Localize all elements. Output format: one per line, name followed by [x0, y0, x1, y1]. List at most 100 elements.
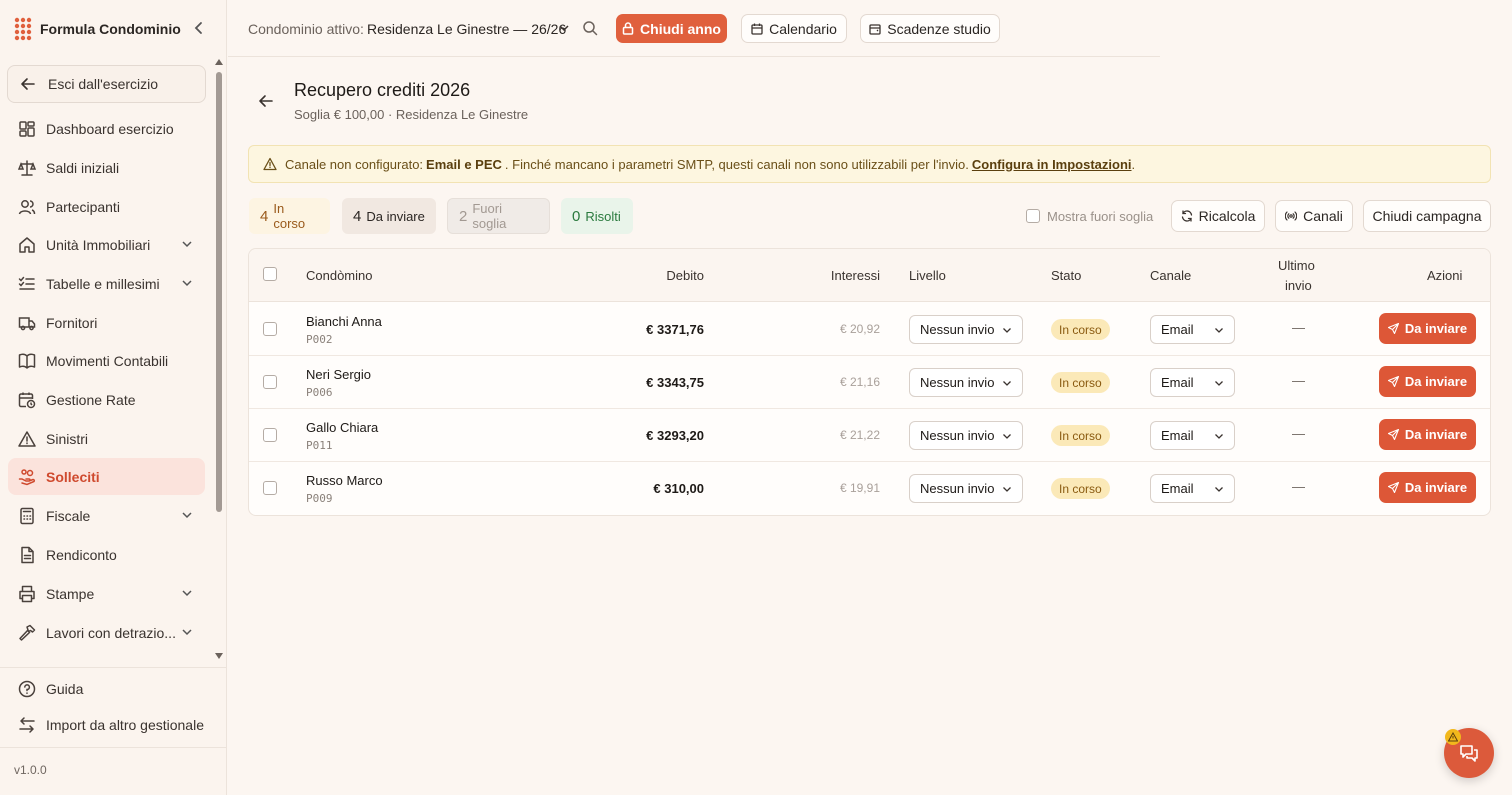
divider: [0, 747, 227, 748]
sidebar-item-guida[interactable]: Guida: [8, 670, 205, 707]
stat-fuori-soglia[interactable]: 2 Fuori soglia: [447, 198, 550, 234]
sidebar-item-partecipanti[interactable]: Partecipanti: [8, 188, 205, 225]
header-condomino[interactable]: Condòmino: [306, 268, 373, 283]
stat-risolti[interactable]: 0 Risolti: [561, 198, 633, 234]
channel-select[interactable]: Email: [1150, 474, 1235, 503]
sidebar-item-dashboard[interactable]: Dashboard esercizio: [8, 110, 205, 147]
warning-icon: [18, 430, 36, 447]
table-row[interactable]: Russo Marco P009 € 310,00 € 19,91 Nessun…: [249, 462, 1490, 515]
stat-count: 0: [572, 207, 581, 225]
debtor-code: P009: [306, 492, 333, 505]
back-arrow-icon[interactable]: [257, 92, 275, 110]
channel-select[interactable]: Email: [1150, 315, 1235, 344]
stat-label: In corso: [273, 201, 306, 231]
scroll-down-icon[interactable]: [215, 652, 223, 660]
sidebar-item-saldi-iniziali[interactable]: Saldi iniziali: [8, 149, 205, 186]
scrollbar-thumb[interactable]: [216, 72, 222, 512]
sidebar-item-label: Lavori con detrazio...: [46, 624, 176, 641]
sidebar-item-sinistri[interactable]: Sinistri: [8, 420, 205, 457]
active-condominio-select[interactable]: Residenza Le Ginestre — 26/26: [367, 21, 566, 37]
header-debito[interactable]: Debito: [666, 268, 704, 283]
stat-da-inviare[interactable]: 4 Da inviare: [342, 198, 436, 234]
exit-exercise-button[interactable]: Esci dall'esercizio: [7, 65, 206, 103]
sidebar-item-fornitori[interactable]: Fornitori: [8, 304, 205, 341]
debt-amount: € 3343,75: [646, 375, 704, 390]
send-button[interactable]: Da inviare: [1379, 419, 1476, 450]
stat-count: 4: [353, 207, 362, 225]
configure-settings-link[interactable]: Configura in Impostazioni: [972, 157, 1132, 172]
last-sent: —: [1292, 320, 1305, 335]
calculator-icon: [20, 507, 34, 524]
level-select[interactable]: Nessun invio: [909, 368, 1023, 397]
sidebar-item-tabelle-millesimi[interactable]: Tabelle e millesimi: [8, 265, 205, 302]
hand-coins-icon: [18, 468, 36, 485]
channel-select[interactable]: Email: [1150, 368, 1235, 397]
chevron-down-icon[interactable]: [558, 22, 570, 34]
page-subtitle: Soglia € 100,00 · Residenza Le Ginestre: [294, 107, 529, 122]
brand[interactable]: Formula Condominio: [14, 15, 181, 43]
level-select[interactable]: Nessun invio: [909, 315, 1023, 344]
sidebar-item-lavori-detrazione[interactable]: Lavori con detrazio...: [8, 614, 205, 651]
interest-amount: € 19,91: [839, 481, 880, 495]
sidebar-item-label: Fiscale: [46, 507, 91, 524]
truck-icon: [18, 316, 36, 330]
logo-icon: [14, 17, 32, 41]
close-campaign-button[interactable]: Chiudi campagna: [1363, 200, 1491, 232]
level-select[interactable]: Nessun invio: [909, 474, 1023, 503]
sidebar-item-rendiconto[interactable]: Rendiconto: [8, 536, 205, 573]
channel-value: Email: [1161, 481, 1194, 496]
header-livello[interactable]: Livello: [909, 268, 946, 283]
row-checkbox[interactable]: [263, 481, 277, 495]
help-icon: [18, 680, 36, 697]
debt-amount: € 310,00: [653, 481, 704, 496]
collapse-sidebar-icon[interactable]: [190, 18, 208, 38]
sidebar-item-label: Partecipanti: [46, 198, 120, 215]
show-out-of-threshold-checkbox[interactable]: [1026, 209, 1040, 223]
table-row[interactable]: Gallo Chiara P011 € 3293,20 € 21,22 Ness…: [249, 409, 1490, 462]
header-canale[interactable]: Canale: [1150, 268, 1191, 283]
header-interessi[interactable]: Interessi: [831, 268, 880, 283]
table-row[interactable]: Bianchi Anna P002 € 3371,76 € 20,92 Ness…: [249, 303, 1490, 356]
chevron-down-icon: [182, 280, 192, 287]
calendar-clock-icon: [18, 392, 36, 408]
channel-select[interactable]: Email: [1150, 421, 1235, 450]
level-select[interactable]: Nessun invio: [909, 421, 1023, 450]
scroll-up-icon[interactable]: [215, 58, 223, 66]
hammer-icon: [19, 624, 36, 641]
table-header: Condòmino Debito Interessi Livello Stato…: [249, 249, 1490, 302]
sidebar-scrollbar[interactable]: [213, 58, 225, 663]
row-checkbox[interactable]: [263, 322, 277, 336]
search-icon[interactable]: [582, 20, 598, 36]
select-all-checkbox[interactable]: [263, 267, 277, 281]
row-checkbox[interactable]: [263, 375, 277, 389]
send-button[interactable]: Da inviare: [1379, 313, 1476, 344]
sidebar-item-stampe[interactable]: Stampe: [8, 575, 205, 612]
import-icon: [19, 716, 35, 733]
sidebar-item-fiscale[interactable]: Fiscale: [8, 497, 205, 534]
chevron-down-icon: [182, 241, 192, 248]
recalculate-button[interactable]: Ricalcola: [1171, 200, 1265, 232]
sidebar-item-label: Solleciti: [46, 468, 100, 485]
sidebar-item-solleciti[interactable]: Solleciti: [8, 458, 205, 495]
row-checkbox[interactable]: [263, 428, 277, 442]
sidebar-item-import[interactable]: Import da altro gestionale: [8, 706, 205, 743]
header-stato[interactable]: Stato: [1051, 268, 1081, 283]
chevron-down-icon: [1003, 381, 1011, 386]
recalculate-label: Ricalcola: [1198, 208, 1256, 224]
send-icon: [1387, 429, 1399, 440]
send-button[interactable]: Da inviare: [1379, 366, 1476, 397]
close-year-button[interactable]: Chiudi anno: [616, 14, 727, 43]
interest-amount: € 21,16: [839, 375, 880, 389]
stat-in-corso[interactable]: 4 In corso: [249, 198, 330, 234]
show-out-of-threshold-label: Mostra fuori soglia: [1047, 209, 1154, 224]
table-row[interactable]: Neri Sergio P006 € 3343,75 € 21,16 Nessu…: [249, 356, 1490, 409]
debtor-name: Bianchi Anna: [306, 314, 382, 329]
send-label: Da inviare: [1404, 321, 1468, 336]
sidebar-item-unita-immobiliari[interactable]: Unità Immobiliari: [8, 226, 205, 263]
sidebar-item-gestione-rate[interactable]: Gestione Rate: [8, 381, 205, 418]
send-button[interactable]: Da inviare: [1379, 472, 1476, 503]
deadlines-button[interactable]: Scadenze studio: [860, 14, 1000, 43]
sidebar-item-movimenti-contabili[interactable]: Movimenti Contabili: [8, 342, 205, 379]
calendar-button[interactable]: Calendario: [741, 14, 847, 43]
channels-button[interactable]: Canali: [1275, 200, 1353, 232]
